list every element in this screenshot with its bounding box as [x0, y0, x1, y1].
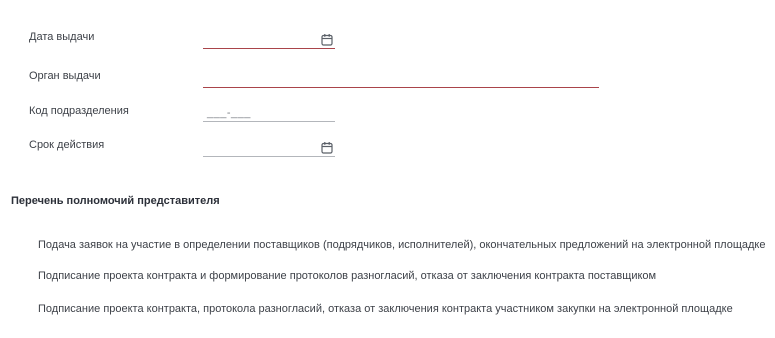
division-code-input[interactable]: ___-___	[203, 106, 335, 122]
authority-item[interactable]: Подписание проекта контракта и формирова…	[38, 270, 656, 282]
validity-label: Срок действия	[29, 139, 105, 151]
authority-item[interactable]: Подписание проекта контракта, протокола …	[38, 303, 733, 315]
authorities-title: Перечень полномочий представителя	[11, 195, 220, 207]
division-code-value: ___-___	[207, 107, 251, 119]
issuer-input[interactable]	[203, 72, 599, 88]
authority-item[interactable]: Подача заявок на участие в определении п…	[38, 239, 765, 251]
issuer-label: Орган выдачи	[29, 70, 101, 82]
issue-date-input[interactable]	[203, 33, 335, 49]
calendar-icon[interactable]	[321, 33, 333, 46]
division-code-label: Код подразделения	[29, 105, 129, 117]
validity-input[interactable]	[203, 141, 335, 157]
issue-date-label: Дата выдачи	[29, 31, 95, 43]
calendar-icon[interactable]	[321, 141, 333, 154]
